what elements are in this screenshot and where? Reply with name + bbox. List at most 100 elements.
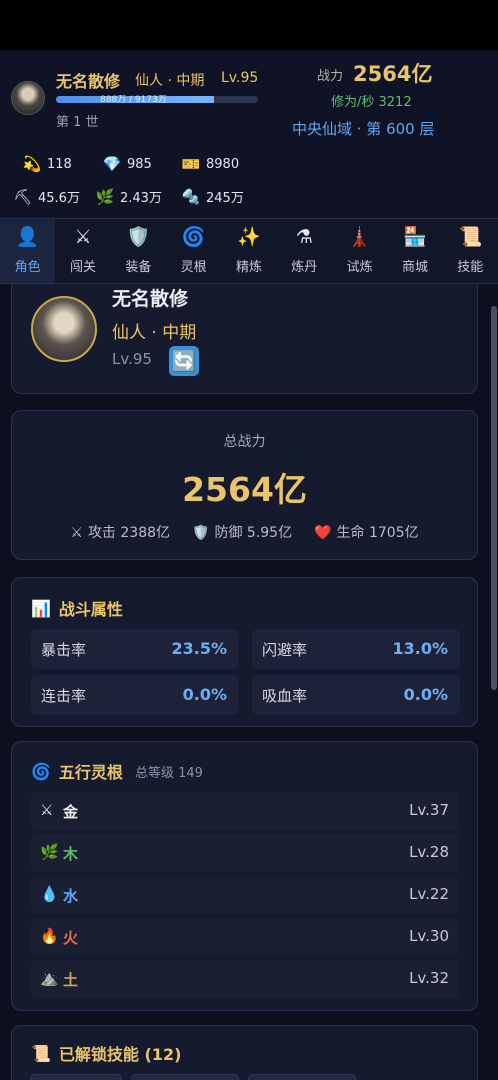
tab-label: 商城 bbox=[401, 259, 428, 275]
sparkles-icon: ✨ bbox=[237, 225, 261, 248]
section-title-text: 已解锁技能 (12) bbox=[58, 1045, 182, 1064]
power-breakdown: ⚔ 攻击 2388亿 🛡️ 防御 5.95亿 ❤️ 生命 1705亿 bbox=[12, 522, 477, 542]
tab-equipment[interactable]: 🛡️ 装备 bbox=[111, 219, 166, 283]
tab-label: 角色 bbox=[14, 259, 41, 275]
root-level: Lv.22 bbox=[409, 885, 449, 903]
total-power-value: 2564亿 bbox=[182, 470, 307, 509]
tab-label: 闯关 bbox=[69, 259, 96, 275]
defense-stat: 🛡️ 防御 5.95亿 bbox=[192, 522, 292, 542]
attr-name: 闪避率 bbox=[262, 641, 308, 659]
droplet-icon: 💧 bbox=[40, 885, 59, 903]
scrollbar[interactable] bbox=[491, 306, 497, 690]
player-avatar[interactable] bbox=[11, 81, 45, 115]
total-level: 总等级 149 bbox=[134, 765, 203, 781]
swap-icon[interactable]: 🔄 bbox=[169, 346, 199, 376]
root-name: 土 bbox=[63, 971, 79, 989]
attr-value: 0.0% bbox=[182, 685, 227, 704]
unlocked-skills-card: 📜 已解锁技能 (12) bbox=[11, 1025, 478, 1080]
attr-value: 13.0% bbox=[392, 639, 448, 658]
resource-value: 45.6万 bbox=[38, 191, 80, 206]
attr-dodge-rate: 闪避率 13.0% bbox=[252, 629, 460, 669]
heart-icon: ❤️ bbox=[314, 525, 332, 541]
scroll-icon: 📜 bbox=[31, 1043, 51, 1063]
root-level: Lv.28 bbox=[409, 843, 449, 861]
skill-chip[interactable] bbox=[30, 1074, 122, 1080]
profile-avatar[interactable] bbox=[31, 296, 97, 362]
root-name: 火 bbox=[63, 929, 79, 947]
sword-icon: ⚔ bbox=[70, 525, 83, 541]
tab-skills[interactable]: 📜 技能 bbox=[443, 219, 498, 283]
spirit-roots-card: 🌀 五行灵根 总等级 149 ⚔ 金 Lv.37 🌿 木 Lv.28 💧 水 L… bbox=[11, 741, 478, 1011]
tab-alchemy[interactable]: ⚗ 炼丹 bbox=[277, 219, 332, 283]
shield-icon: 🛡️ bbox=[192, 525, 210, 541]
attr-value: 23.5% bbox=[171, 639, 227, 658]
herb-icon: 🌿 bbox=[40, 843, 59, 861]
tab-character[interactable]: 👤 角色 bbox=[0, 219, 56, 283]
shield-icon: 🛡️ bbox=[126, 225, 151, 248]
battle-attributes-title: 📊 战斗属性 bbox=[31, 596, 123, 620]
total-power-label: 总战力 bbox=[223, 434, 266, 450]
resource-value: 2.43万 bbox=[120, 191, 162, 206]
scroll-icon: 📜 bbox=[458, 225, 483, 248]
unlocked-skills-title: 📜 已解锁技能 (12) bbox=[31, 1041, 181, 1065]
tab-spirit-root[interactable]: 🌀 灵根 bbox=[166, 219, 221, 283]
character-icon: 👤 bbox=[15, 225, 40, 248]
root-row-wood[interactable]: 🌿 木 Lv.28 bbox=[31, 834, 459, 872]
player-realm: 仙人 · 中期 bbox=[135, 73, 205, 89]
skill-chip[interactable] bbox=[131, 1074, 239, 1080]
main-tab-bar: 👤 角色 ⚔ 闯关 🛡️ 装备 🌀 灵根 ✨ 精炼 ⚗ 炼丹 🗼 试炼 🏪 商城… bbox=[0, 218, 498, 284]
tab-label: 装备 bbox=[125, 259, 152, 275]
power-label: 战力 bbox=[317, 69, 344, 84]
skill-chip[interactable] bbox=[248, 1074, 356, 1080]
section-title-text: 五行灵根 bbox=[58, 763, 123, 782]
swirl-icon: 🌀 bbox=[181, 225, 206, 248]
tab-refine[interactable]: ✨ 精炼 bbox=[221, 219, 276, 283]
fire-icon: 🔥 bbox=[40, 927, 59, 945]
root-row-water[interactable]: 💧 水 Lv.22 bbox=[31, 876, 459, 914]
attr-name: 连击率 bbox=[41, 687, 87, 705]
attr-name: 暴击率 bbox=[41, 641, 87, 659]
root-name: 水 bbox=[63, 887, 79, 905]
crossed-swords-icon: ⚔ bbox=[74, 225, 92, 248]
tab-challenge[interactable]: ⚔ 闯关 bbox=[55, 219, 110, 283]
resource-value: 118 bbox=[47, 156, 72, 172]
root-row-fire[interactable]: 🔥 火 Lv.30 bbox=[31, 918, 459, 956]
swirl-icon: 🌀 bbox=[31, 761, 51, 781]
resource-star-fragment: 💫 118 bbox=[22, 155, 72, 173]
status-bar bbox=[0, 0, 498, 50]
sword-icon: ⚔ bbox=[40, 801, 54, 819]
profile-realm: 仙人 · 中期 bbox=[112, 323, 197, 343]
power-value: 2564亿 bbox=[353, 62, 433, 86]
total-power-card: 总战力 2564亿 ⚔ 攻击 2388亿 🛡️ 防御 5.95亿 ❤️ 生命 1705… bbox=[11, 410, 478, 560]
resource-value: 245万 bbox=[206, 191, 244, 206]
resource-ore: 🔩 245万 bbox=[181, 187, 244, 207]
battle-attributes-card: 📊 战斗属性 暴击率 23.5% 闪避率 13.0% 连击率 0.0% 吸血率 … bbox=[11, 577, 478, 727]
tab-shop[interactable]: 🏪 商城 bbox=[387, 219, 442, 283]
resource-value: 985 bbox=[127, 156, 152, 172]
attr-lifesteal-rate: 吸血率 0.0% bbox=[252, 675, 460, 715]
resource-value: 8980 bbox=[206, 156, 240, 172]
player-name: 无名散修 bbox=[56, 72, 121, 91]
mountain-icon: ⛰️ bbox=[40, 969, 59, 987]
tab-label: 精炼 bbox=[235, 259, 262, 275]
defense-value: 防御 5.95亿 bbox=[214, 525, 293, 541]
tab-trial[interactable]: 🗼 试炼 bbox=[332, 219, 387, 283]
flask-icon: ⚗ bbox=[295, 225, 313, 248]
resource-ticket: 🎫 8980 bbox=[181, 155, 239, 173]
ticket-icon: 🎫 bbox=[181, 155, 201, 173]
section-title-text: 战斗属性 bbox=[58, 600, 123, 619]
herb-icon: 🌿 bbox=[95, 187, 115, 206]
root-row-earth[interactable]: ⛰️ 土 Lv.32 bbox=[31, 960, 459, 998]
hp-value: 生命 1705亿 bbox=[336, 525, 419, 541]
attack-stat: ⚔ 攻击 2388亿 bbox=[70, 522, 170, 542]
bar-chart-icon: 📊 bbox=[31, 598, 51, 618]
tab-label: 试炼 bbox=[346, 259, 373, 275]
tab-label: 灵根 bbox=[180, 259, 207, 275]
pickaxe-icon: ⛏ bbox=[13, 187, 33, 206]
tab-label: 炼丹 bbox=[291, 259, 318, 275]
generation-label: 第 1 世 bbox=[56, 115, 99, 130]
resource-herb: 🌿 2.43万 bbox=[95, 187, 162, 207]
resource-diamond: 💎 985 bbox=[102, 155, 152, 173]
tab-label: 技能 bbox=[457, 259, 484, 275]
root-row-metal[interactable]: ⚔ 金 Lv.37 bbox=[31, 792, 459, 830]
